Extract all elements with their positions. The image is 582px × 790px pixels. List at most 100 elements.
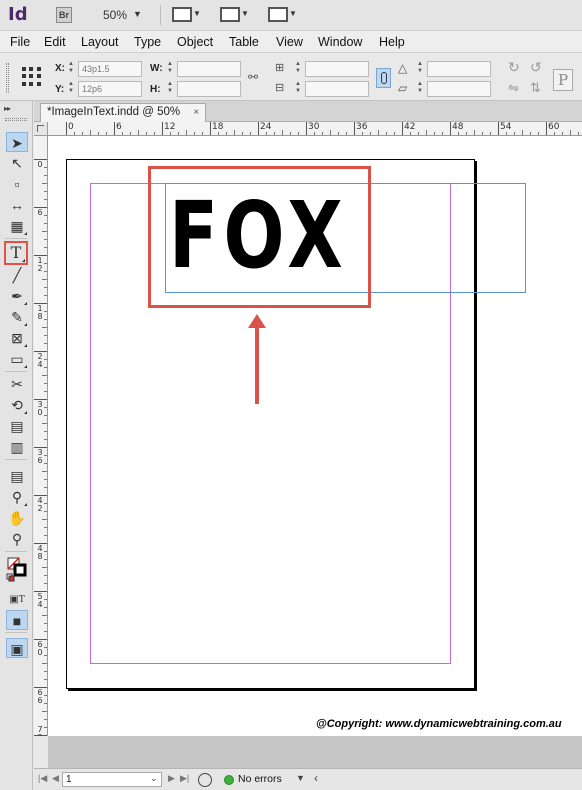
ruler-v-label: 6 6 xyxy=(37,688,43,705)
indesign-logo: Id xyxy=(8,4,28,25)
rectangle-frame-tool-icon[interactable]: ⊠ xyxy=(6,328,28,348)
apply-color-icon[interactable]: ■ xyxy=(6,610,28,630)
zoom-tool-icon[interactable]: ⚲ xyxy=(6,529,28,549)
status-bar: |◀ ◀ 1 ⌄ ▶ ▶| No errors ▼ ‹ xyxy=(34,768,582,790)
close-icon[interactable]: × xyxy=(193,107,199,118)
scale-x-stepper[interactable]: ▲ ▼ xyxy=(294,61,302,77)
ruler-h-label: 42 xyxy=(404,122,416,132)
normal-view-icon[interactable]: ▣ xyxy=(6,638,28,658)
pasteboard-bottom xyxy=(48,736,582,768)
free-transform-tool-icon[interactable]: ⟲ xyxy=(6,395,28,415)
zoom-level[interactable]: 50% xyxy=(103,8,127,22)
note-tool-icon[interactable]: ▤ xyxy=(6,466,28,486)
scale-y-field[interactable] xyxy=(305,81,369,97)
document-tab[interactable]: *ImageInText.indd @ 50% × xyxy=(40,103,207,122)
horizontal-ruler[interactable]: 0 6 12 18 24 30 36 42 48 54 60 xyxy=(48,122,582,136)
scale-y-stepper[interactable]: ▲ ▼ xyxy=(294,81,302,97)
menu-object[interactable]: Object xyxy=(177,35,213,49)
rotate-clockwise-icon[interactable]: ↻ xyxy=(508,59,520,76)
flip-horizontal-icon[interactable]: ⇋ xyxy=(508,80,519,96)
h-field[interactable] xyxy=(177,81,241,97)
gradient-feather-tool-icon[interactable]: ▥ xyxy=(6,437,28,457)
panel-grip[interactable] xyxy=(6,63,9,93)
tools-grip[interactable] xyxy=(5,118,27,121)
w-label: W: xyxy=(150,63,163,74)
reference-point-icon[interactable] xyxy=(22,67,42,87)
next-page-icon[interactable]: ▶ xyxy=(168,773,175,784)
bridge-button[interactable]: Br xyxy=(56,7,72,23)
page-dropdown-icon[interactable]: ⌄ xyxy=(150,773,158,784)
ruler-v-label: 6 0 xyxy=(37,640,43,657)
rotate-field[interactable] xyxy=(427,61,491,77)
flip-vertical-icon[interactable]: ⇅ xyxy=(530,80,541,96)
line-tool-icon[interactable]: ╱ xyxy=(6,265,28,285)
rectangle-tool-icon[interactable]: ▭ xyxy=(6,349,28,369)
constrain-proportions-icon[interactable]: ⚯ xyxy=(248,70,258,84)
arrange-documents-button[interactable]: ▼ xyxy=(268,6,297,24)
preflight-status[interactable]: No errors xyxy=(238,773,282,785)
w-stepper[interactable]: ▲ ▼ xyxy=(166,61,174,77)
ruler-v-label: 4 8 xyxy=(37,544,43,561)
content-collector-icon[interactable]: ▦ xyxy=(6,216,28,236)
scissors-tool-icon[interactable]: ✂ xyxy=(6,374,28,394)
menu-file[interactable]: File xyxy=(10,35,30,49)
scale-x-field[interactable] xyxy=(305,61,369,77)
hand-tool-icon[interactable]: ✋ xyxy=(6,508,28,528)
eyedropper-tool-icon[interactable]: ⚲ xyxy=(6,487,28,507)
ruler-v-label: 4 2 xyxy=(37,496,43,513)
tools-panel: ▸▸ ➤ ↖ ▫ ↔ ▦ T ╱ ✒ ✎ ⊠ ▭ ✂ ⟲ ▤ ▥ ▤ ⚲ ✋ ⚲… xyxy=(0,101,33,790)
document-canvas[interactable]: FOX @Copyright: www.dynamicwebtraining.c… xyxy=(48,136,582,736)
menu-table[interactable]: Table xyxy=(229,35,259,49)
preflight-icon[interactable] xyxy=(198,773,212,787)
vertical-ruler[interactable]: 0 6 1 2 1 8 2 4 3 0 3 6 4 2 4 8 5 4 6 0 … xyxy=(34,136,48,736)
pencil-tool-icon[interactable]: ✎ xyxy=(6,307,28,327)
rotate-stepper[interactable]: ▲ ▼ xyxy=(416,61,424,77)
x-field[interactable]: 43p1.5 xyxy=(78,61,142,77)
previous-page-icon[interactable]: ◀ xyxy=(52,773,59,784)
application-bar: Id Br 50% ▼ ▼ ▼ ▼ xyxy=(0,0,582,31)
formatting-affects-icon[interactable]: ▣T xyxy=(6,590,28,610)
ruler-h-label: 18 xyxy=(212,122,224,132)
ruler-h-label: 48 xyxy=(452,122,464,132)
menu-view[interactable]: View xyxy=(276,35,303,49)
fill-stroke-icon[interactable] xyxy=(6,556,28,584)
page-number-field[interactable]: 1 xyxy=(62,772,162,787)
screen-mode-button[interactable]: ▼ xyxy=(220,6,249,24)
rotate-counterclockwise-icon[interactable]: ↺ xyxy=(530,59,542,76)
constrain-scale-icon[interactable] xyxy=(376,68,391,88)
direct-selection-tool-icon[interactable]: ↖ xyxy=(6,153,28,173)
scale-x-icon: ⊞ xyxy=(275,62,285,74)
gap-tool-icon[interactable]: ↔ xyxy=(6,195,28,215)
pen-tool-icon[interactable]: ✒ xyxy=(6,286,28,306)
page-tool-icon[interactable]: ▫ xyxy=(6,174,28,194)
menu-edit[interactable]: Edit xyxy=(44,35,66,49)
selection-tool-icon[interactable]: ➤ xyxy=(6,132,28,152)
h-stepper[interactable]: ▲ ▼ xyxy=(166,81,174,97)
type-tool-icon[interactable]: T xyxy=(4,241,28,265)
scale-y-icon: ⊟ xyxy=(275,82,285,94)
view-options-button[interactable]: ▼ xyxy=(172,6,201,24)
first-page-icon[interactable]: |◀ xyxy=(38,773,47,784)
menu-window[interactable]: Window xyxy=(318,35,362,49)
last-page-icon[interactable]: ▶| xyxy=(180,773,189,784)
zoom-dropdown-icon[interactable]: ▼ xyxy=(133,9,142,19)
y-stepper[interactable]: ▲ ▼ xyxy=(67,81,75,97)
reference-point-p-icon[interactable]: P xyxy=(553,69,573,91)
gradient-swatch-tool-icon[interactable]: ▤ xyxy=(6,416,28,436)
x-stepper[interactable]: ▲ ▼ xyxy=(67,61,75,77)
w-field[interactable] xyxy=(177,61,241,77)
view-options-icon xyxy=(172,7,192,22)
menu-type[interactable]: Type xyxy=(134,35,161,49)
callout-arrow-icon xyxy=(248,314,266,404)
shear-field[interactable] xyxy=(427,81,491,97)
preflight-dropdown-icon[interactable]: ▼ xyxy=(296,773,305,783)
menu-help[interactable]: Help xyxy=(379,35,405,49)
scroll-left-icon[interactable]: ‹ xyxy=(314,771,318,785)
ruler-v-label: 1 8 xyxy=(37,304,43,321)
shear-stepper[interactable]: ▲ ▼ xyxy=(416,81,424,97)
collapse-panel-icon[interactable]: ▸▸ xyxy=(4,104,11,113)
y-field[interactable]: 12p6 xyxy=(78,81,142,97)
ruler-origin[interactable] xyxy=(34,122,48,136)
menu-layout[interactable]: Layout xyxy=(81,35,119,49)
ruler-h-label: 30 xyxy=(308,122,320,132)
